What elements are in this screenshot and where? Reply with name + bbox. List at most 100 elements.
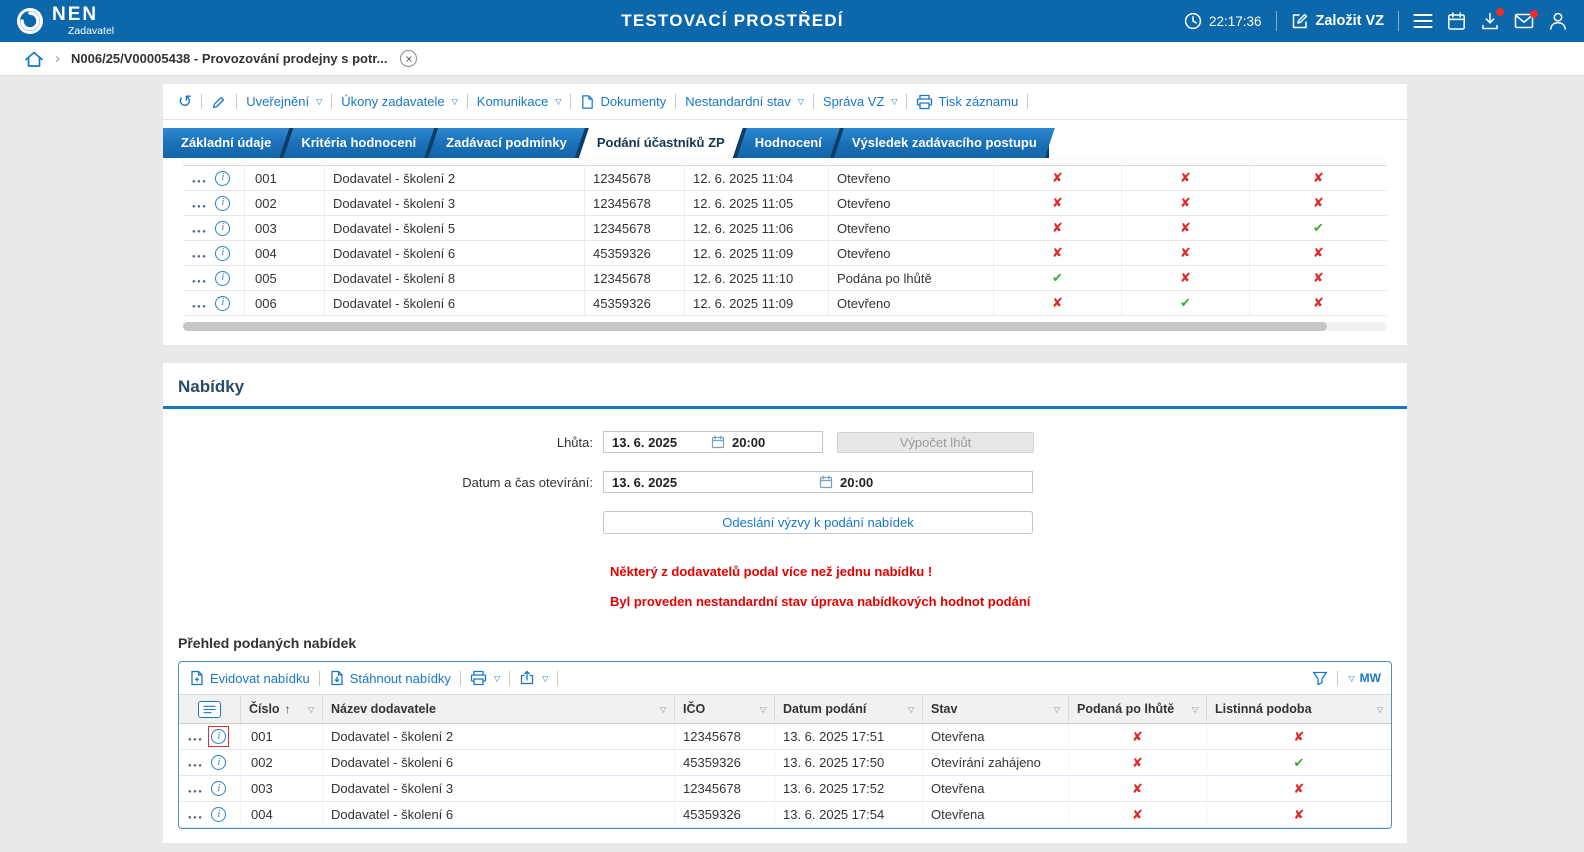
column-filter-icon[interactable]: ▽ xyxy=(1048,705,1060,714)
nabidka-row[interactable]: 002 Dodavatel - školení 6 45359326 13. 6… xyxy=(179,750,1391,776)
info-icon[interactable] xyxy=(215,295,231,311)
tab-1[interactable]: Základní údaje xyxy=(163,128,289,158)
separator xyxy=(1275,11,1277,31)
row-actions-icon[interactable] xyxy=(188,730,203,743)
header-listinna-podoba[interactable]: Listinná podoba ▽ xyxy=(1207,695,1391,723)
odeslani-vyzvy-button[interactable]: Odeslání výzvy k podání nabídek xyxy=(603,511,1033,534)
toolbar-item-nestandardni-stav[interactable]: Nestandardní stav ▽ xyxy=(685,94,804,109)
info-icon[interactable] xyxy=(215,195,231,211)
header-ico[interactable]: IČO ▽ xyxy=(675,695,775,723)
column-filter-icon[interactable]: ▽ xyxy=(1371,705,1383,714)
column-settings-icon[interactable] xyxy=(198,700,221,718)
mail-icon[interactable] xyxy=(1514,10,1538,29)
close-tab-icon[interactable]: × xyxy=(400,50,418,67)
toolbar-item-sprava-vz[interactable]: Správa VZ ▽ xyxy=(823,94,898,109)
info-icon[interactable] xyxy=(215,170,231,186)
nabidka-row[interactable]: 003 Dodavatel - školení 3 12345678 13. 6… xyxy=(179,776,1391,802)
dropdown-icon: ▽ xyxy=(316,97,323,106)
row-actions-icon[interactable] xyxy=(192,247,207,260)
info-icon[interactable] xyxy=(211,781,227,796)
info-icon[interactable] xyxy=(215,270,231,286)
toolbar-item-uverejneni[interactable]: Uveřejnění ▽ xyxy=(246,94,322,109)
row-actions-icon[interactable] xyxy=(188,756,203,769)
listinna-podoba-mark: ✘ xyxy=(1293,806,1305,822)
calendar-picker-icon[interactable] xyxy=(819,475,833,489)
tab-3[interactable]: Zadávací podmínky xyxy=(428,128,585,158)
stahnout-nabidky-button[interactable]: Stáhnout nabídky xyxy=(329,670,451,686)
participant-row[interactable]: 005 Dodavatel - školení 8 12345678 12. 6… xyxy=(183,266,1387,291)
separator xyxy=(906,94,908,109)
view-selector[interactable]: ▽ MW xyxy=(1347,671,1381,685)
toolbar-item-tisk-zaznamu[interactable]: Tisk záznamu xyxy=(916,94,1018,110)
nabidka-row[interactable]: 001 Dodavatel - školení 2 12345678 13. 6… xyxy=(179,724,1391,750)
download-icon[interactable] xyxy=(1480,8,1504,31)
row-number: 005 xyxy=(245,266,325,290)
separator xyxy=(570,94,572,109)
tab-2[interactable]: Kritéria hodnocení xyxy=(283,128,434,158)
export-button[interactable]: ▽ xyxy=(519,670,548,686)
horizontal-scrollbar[interactable] xyxy=(183,322,1387,331)
breadcrumb-item[interactable]: N006/25/V00005438 - Provozování prodejny… xyxy=(71,51,387,66)
info-icon[interactable] xyxy=(215,245,231,261)
column-filter-icon[interactable]: ▽ xyxy=(754,705,766,714)
tab-5[interactable]: Hodnocení xyxy=(737,128,840,158)
participant-row[interactable]: 006 Dodavatel - školení 6 45359326 12. 6… xyxy=(183,291,1387,316)
column-filter-icon[interactable]: ▽ xyxy=(902,705,914,714)
calendar-icon[interactable] xyxy=(1447,11,1466,31)
separator xyxy=(812,94,814,109)
tab-6[interactable]: Výsledek zadávacího postupu xyxy=(834,128,1055,158)
filter-icon[interactable] xyxy=(1312,671,1328,686)
header-cislo[interactable]: Číslo ↑ ▽ xyxy=(241,695,323,723)
column-filter-icon[interactable]: ▽ xyxy=(1186,705,1198,714)
column-filter-icon[interactable]: ▽ xyxy=(302,705,314,714)
info-icon[interactable] xyxy=(208,726,230,747)
toolbar-item-ukony-zadavatele[interactable]: Úkony zadavatele ▽ xyxy=(341,94,458,109)
lhuta-input[interactable]: 13. 6. 2025 20:00 xyxy=(603,431,823,453)
row-actions-icon[interactable] xyxy=(192,272,207,285)
user-icon[interactable] xyxy=(1548,11,1568,31)
flag-mark-1: ✘ xyxy=(994,166,1122,190)
header-nazev-dodavatele[interactable]: Název dodavatele ▽ xyxy=(323,695,675,723)
print-list-button[interactable]: ▽ xyxy=(470,670,500,686)
header-stav[interactable]: Stav ▽ xyxy=(923,695,1069,723)
home-icon[interactable] xyxy=(24,50,44,68)
info-icon[interactable] xyxy=(211,807,227,822)
info-icon[interactable] xyxy=(215,220,231,236)
session-clock: 22:17:36 xyxy=(1184,12,1262,30)
toolbar-item-dokumenty[interactable]: Dokumenty xyxy=(580,94,666,110)
evidovat-nabidku-button[interactable]: Evidovat nabídku xyxy=(189,670,310,686)
info-icon[interactable] xyxy=(211,755,227,770)
nen-home-link[interactable]: NEN Zadavatel xyxy=(16,5,281,37)
lhuta-date-value[interactable]: 13. 6. 2025 xyxy=(612,435,704,450)
column-filter-icon[interactable]: ▽ xyxy=(654,705,666,714)
row-actions-icon[interactable] xyxy=(192,172,207,185)
flag-mark-2: ✘ xyxy=(1122,241,1250,265)
edit-icon[interactable] xyxy=(211,94,227,110)
flag-mark-3: ✘ xyxy=(1313,195,1324,210)
toolbar-item-komunikace[interactable]: Komunikace ▽ xyxy=(477,94,562,109)
submission-date: 12. 6. 2025 11:09 xyxy=(685,241,829,265)
participant-row[interactable]: 001 Dodavatel - školení 2 12345678 12. 6… xyxy=(183,166,1387,191)
datum-oteviraní-input[interactable]: 13. 6. 2025 20:00 xyxy=(603,471,1033,493)
header-podana-po-lhute[interactable]: Podaná po lhůtě ▽ xyxy=(1069,695,1207,723)
panel-toolbar: Evidovat nabídku Stáhnout nabídky ▽ ▽ ▽ … xyxy=(179,662,1391,694)
create-vz-button[interactable]: Založit VZ xyxy=(1291,12,1384,30)
row-actions-icon[interactable] xyxy=(188,782,203,795)
scrollbar-thumb[interactable] xyxy=(183,322,1327,331)
tab-4[interactable]: Podání účastníků ZP xyxy=(579,128,743,158)
row-actions-icon[interactable] xyxy=(192,222,207,235)
oteviraní-time-value[interactable]: 20:00 xyxy=(840,475,873,490)
row-actions-icon[interactable] xyxy=(192,197,207,210)
participant-row[interactable]: 002 Dodavatel - školení 3 12345678 12. 6… xyxy=(183,191,1387,216)
lhuta-time-value[interactable]: 20:00 xyxy=(732,435,765,450)
history-icon[interactable]: ↺ xyxy=(178,93,192,110)
participant-row[interactable]: 004 Dodavatel - školení 6 45359326 12. 6… xyxy=(183,241,1387,266)
participant-row[interactable]: 003 Dodavatel - školení 5 12345678 12. 6… xyxy=(183,216,1387,241)
oteviraní-date-value[interactable]: 13. 6. 2025 xyxy=(612,475,812,490)
nabidka-row[interactable]: 004 Dodavatel - školení 6 45359326 13. 6… xyxy=(179,802,1391,828)
menu-icon[interactable] xyxy=(1413,13,1433,29)
row-actions-icon[interactable] xyxy=(192,297,207,310)
row-actions-icon[interactable] xyxy=(188,808,203,821)
header-datum-podani[interactable]: Datum podání ▽ xyxy=(775,695,923,723)
calendar-picker-icon[interactable] xyxy=(711,435,725,449)
